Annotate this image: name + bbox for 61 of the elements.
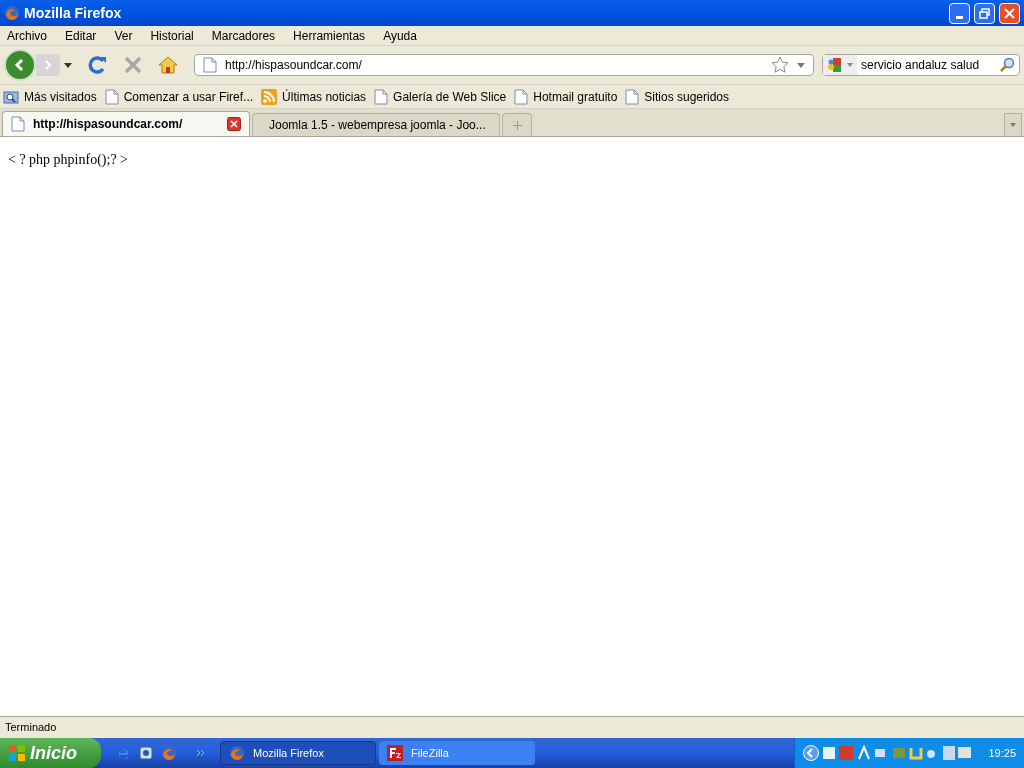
dropdown-arrow-icon [1010,123,1016,127]
firefox-icon [229,745,245,761]
clock: 19:25 [988,745,1016,761]
star-icon[interactable] [771,56,789,74]
restore-icon [979,7,990,19]
minimize-button[interactable] [949,2,970,24]
taskbar-task[interactable]: FileZilla [379,741,535,765]
page-icon [514,88,529,105]
task-label: FileZilla [411,745,449,761]
menu-item[interactable]: Ver [114,26,133,45]
bookmark-link[interactable]: Hotmail gratuito [533,87,618,106]
bookmark-link[interactable]: Más visitados [24,87,97,106]
close-button[interactable] [999,2,1020,24]
bookmark-link[interactable]: Comenzar a usar Firef... [123,87,254,106]
search-field[interactable]: servicio andaluz salud [822,54,1020,76]
back-button[interactable] [4,49,36,81]
chevron-icon[interactable] [196,749,206,757]
home-icon[interactable] [158,56,178,74]
menu-item[interactable]: Marcadores [211,26,276,45]
menu-item[interactable]: Editar [65,26,97,45]
address-text: http://hispasoundcar.com/ [225,57,363,74]
menu-item[interactable]: Archivo [7,26,47,45]
page-icon [203,57,217,73]
page-icon [11,116,25,132]
page-icon [625,88,640,105]
address-bar[interactable]: http://hispasoundcar.com/ [194,54,814,76]
restore-button[interactable] [974,2,995,24]
menu-item[interactable]: Historial [150,26,194,45]
chevron-left-icon[interactable] [803,745,819,761]
close-icon [1004,7,1015,19]
taskbar-task[interactable]: Mozilla Firefox [220,741,376,765]
dropdown-arrow-icon[interactable] [64,62,72,68]
task-label: Mozilla Firefox [253,745,324,761]
filezilla-icon [387,745,403,761]
close-tab-icon[interactable] [227,117,241,131]
dropdown-arrow-icon[interactable] [797,62,805,68]
menu-item[interactable]: Ayuda [383,26,417,45]
search-text: servicio andaluz salud [861,57,981,74]
menu-item[interactable]: Herramientas [293,26,366,45]
bookmark-link[interactable]: Galería de Web Slice [393,87,507,106]
plus-icon [512,120,522,130]
browser-tab[interactable]: http://hispasoundcar.com/ [2,111,250,136]
window-title: Mozilla Firefox [24,3,123,23]
magnifier-folder-icon [3,88,19,105]
bookmark-link[interactable]: Sitios sugeridos [644,87,730,106]
search-engine-icon[interactable] [827,57,843,73]
reload-icon[interactable] [88,55,108,75]
search-icon[interactable] [999,57,1015,73]
status-text: Terminado [5,720,57,736]
feed-icon [261,88,278,105]
browser-tab[interactable]: Joomla 1.5 - webempresa joomla - Joo... [252,113,500,136]
bookmark-link[interactable]: Últimas noticias [282,87,367,106]
page-icon [104,88,119,105]
page-icon [374,88,389,105]
page-text: < ? php phpinfo();? > [8,152,128,167]
firefox-launch-icon [161,745,177,761]
windows-logo-icon [8,744,26,762]
tab-title: http://hispasoundcar.com/ [33,116,184,133]
tab-list-button[interactable] [1004,113,1022,136]
tab-title: Joomla 1.5 - webempresa joomla - Joo... [269,117,486,134]
app-icon [4,5,20,21]
